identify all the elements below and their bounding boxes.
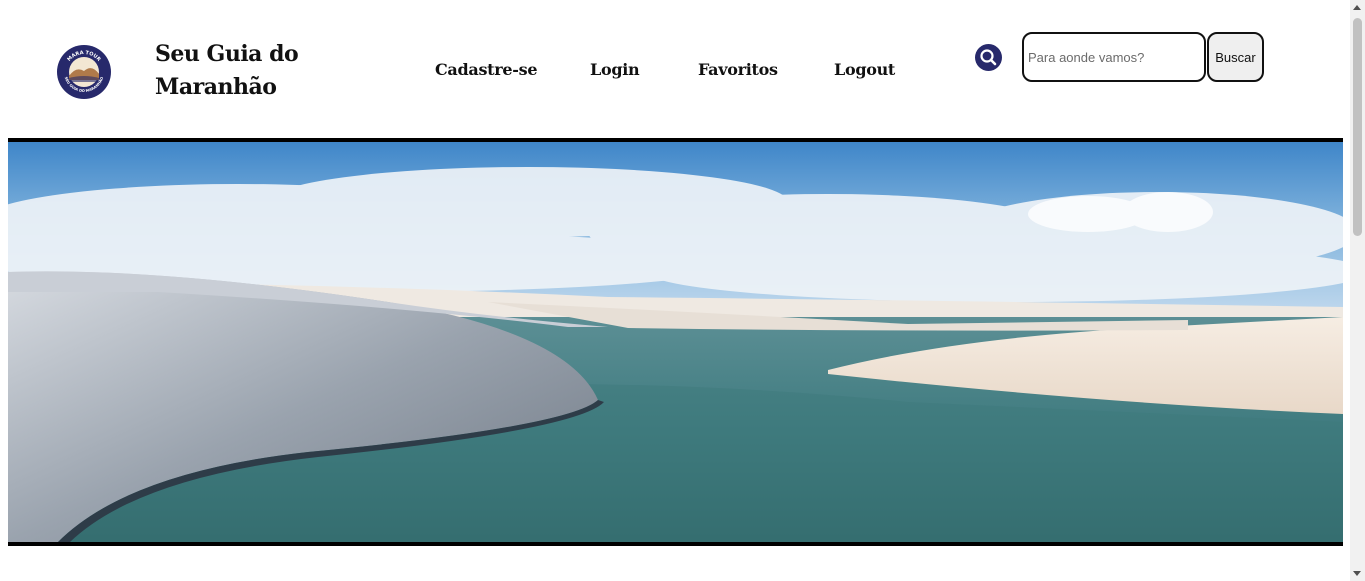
scroll-thumb[interactable] <box>1353 18 1362 236</box>
site-logo[interactable]: MARA TOUR SEU GUIA DO MARANHÃO <box>56 44 112 100</box>
search-input[interactable] <box>1022 32 1206 82</box>
page-scrollbar[interactable] <box>1350 0 1365 581</box>
scroll-down-icon[interactable] <box>1353 571 1361 576</box>
nav-login[interactable]: Login <box>590 60 640 79</box>
hero-banner <box>8 138 1343 546</box>
scroll-up-icon[interactable] <box>1353 5 1361 10</box>
hero-image <box>8 142 1343 542</box>
site-title: Seu Guia do Maranhão <box>155 41 299 100</box>
search-icon[interactable] <box>975 44 1002 71</box>
search-button[interactable]: Buscar <box>1207 32 1264 82</box>
nav-cadastre-se[interactable]: Cadastre-se <box>435 60 538 79</box>
nav-favoritos[interactable]: Favoritos <box>698 60 778 79</box>
nav-logout[interactable]: Logout <box>834 60 895 79</box>
site-header: MARA TOUR SEU GUIA DO MARANHÃO Seu Guia … <box>0 0 1345 138</box>
